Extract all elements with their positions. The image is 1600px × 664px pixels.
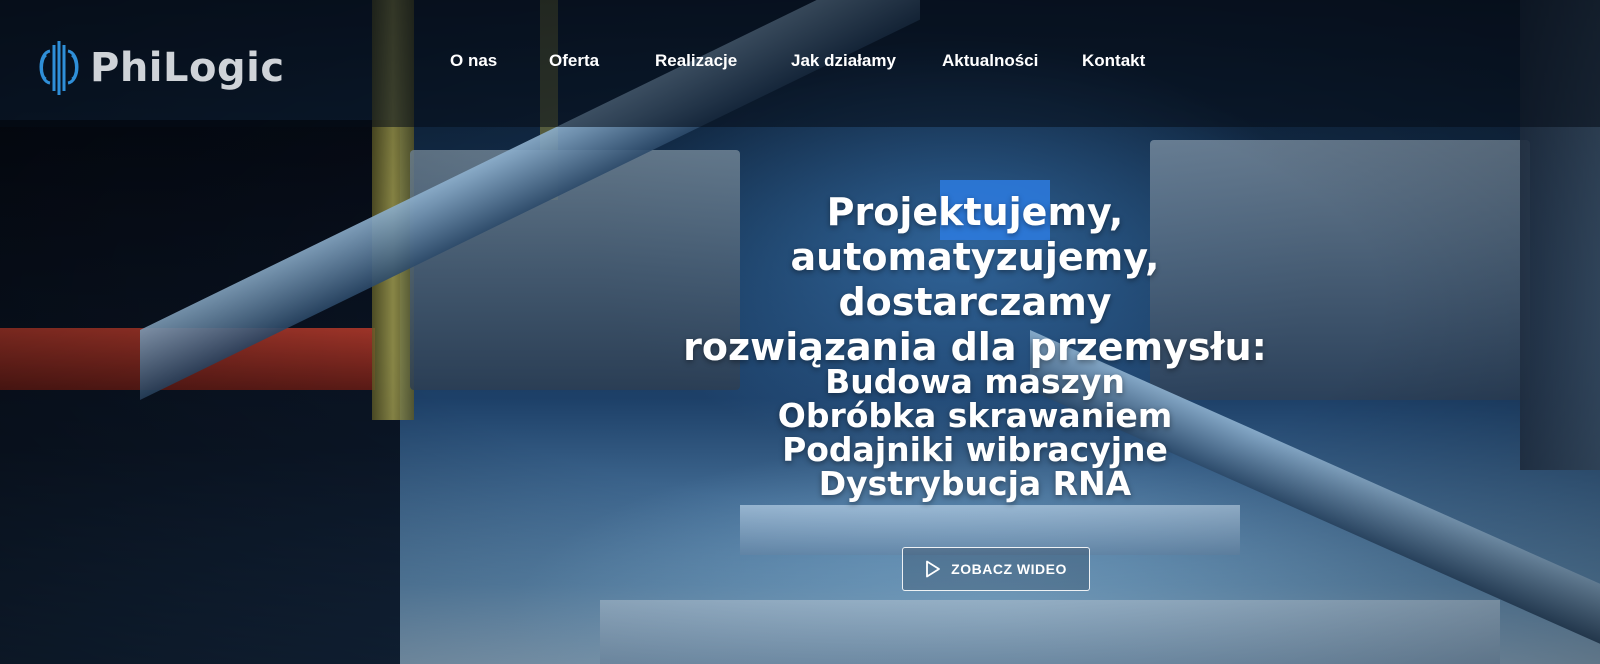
- nav-item-oferta[interactable]: Oferta: [549, 51, 599, 71]
- play-icon: [926, 560, 941, 578]
- nav-item-realizacje[interactable]: Realizacje: [655, 51, 737, 71]
- services-list: Budowa maszyn Obróbka skrawaniem Podajni…: [700, 365, 1250, 501]
- nav-item-aktualnosci[interactable]: Aktualności: [942, 51, 1038, 71]
- hero-headline: Projektujemy, automatyzujemy, dostarczam…: [660, 190, 1290, 370]
- site-header: PhiLogic O nas Oferta Realizacje Jak dzi…: [0, 0, 1600, 127]
- main-nav: O nas Oferta Realizacje Jak działamy Akt…: [0, 51, 1600, 79]
- service-item: Podajniki wibracyjne: [782, 430, 1168, 469]
- watch-video-label: ZOBACZ WIDEO: [951, 561, 1067, 577]
- service-item: Budowa maszyn: [825, 362, 1125, 401]
- nav-item-kontakt[interactable]: Kontakt: [1082, 51, 1145, 71]
- service-item: Dystrybucja RNA: [818, 464, 1132, 503]
- watch-video-button[interactable]: ZOBACZ WIDEO: [902, 547, 1090, 591]
- nav-item-jak-dzialamy[interactable]: Jak działamy: [791, 51, 896, 71]
- headline-line: Projektujemy,: [826, 190, 1124, 234]
- headline-line: automatyzujemy, dostarczamy: [790, 235, 1160, 324]
- nav-item-o-nas[interactable]: O nas: [450, 51, 497, 71]
- service-item: Obróbka skrawaniem: [777, 396, 1173, 435]
